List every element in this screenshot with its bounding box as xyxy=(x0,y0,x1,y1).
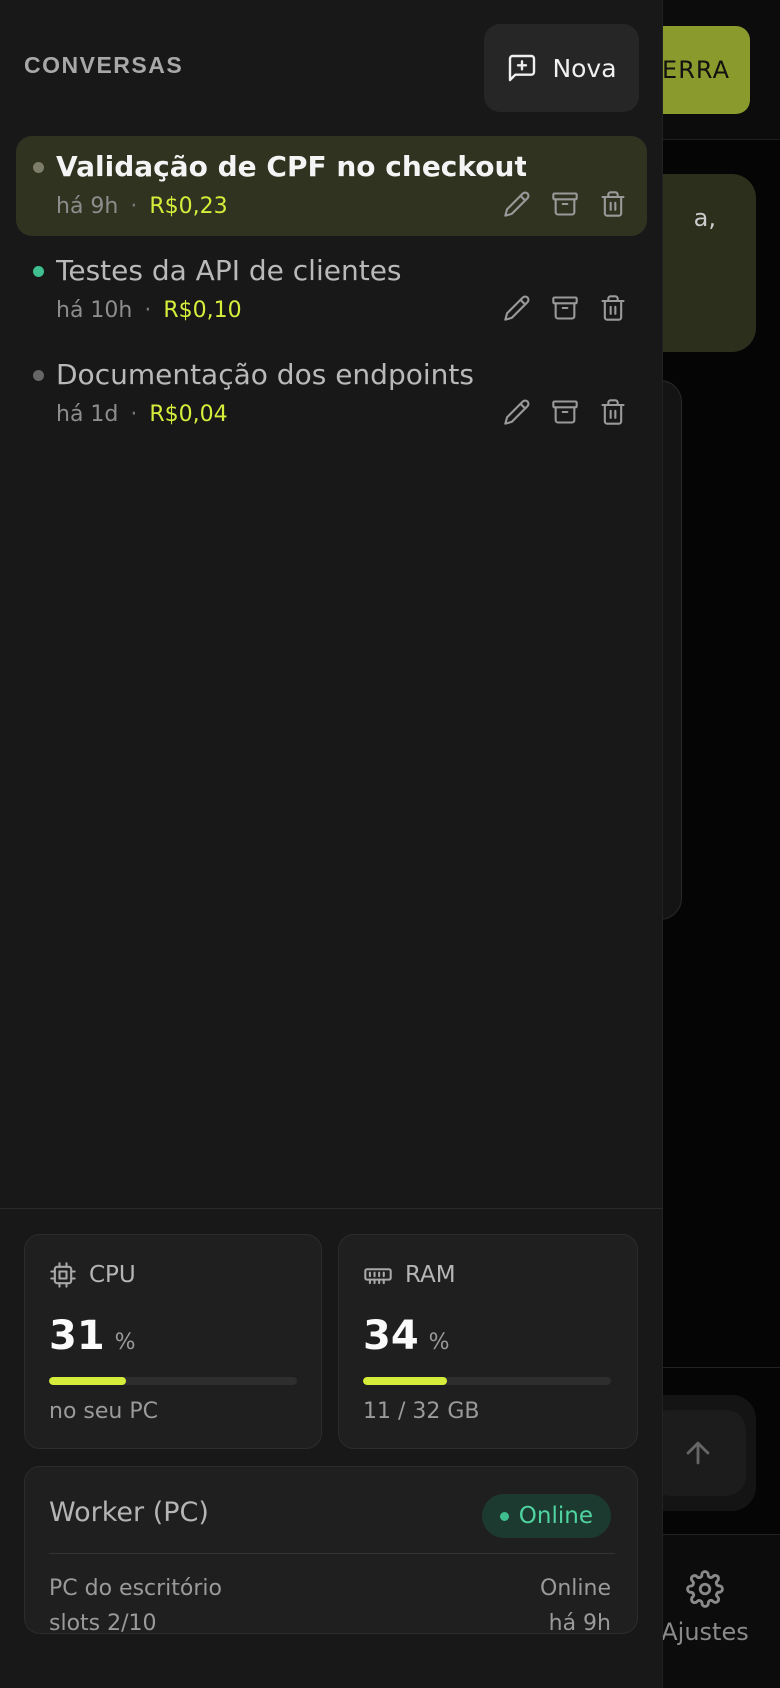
ram-card: RAM 34 % 11 / 32 GB xyxy=(338,1234,638,1449)
status-dot xyxy=(33,370,44,381)
cpu-card: CPU 31 % no seu PC xyxy=(24,1234,322,1449)
edit-icon[interactable] xyxy=(503,190,531,218)
nav-item-settings-label: Ajustes xyxy=(661,1618,749,1646)
conversation-item[interactable]: Documentação dos endpoints há 1d · R$0,0… xyxy=(16,344,647,444)
conversation-meta: há 9h · R$0,23 xyxy=(56,194,228,219)
new-conversation-label: Nova xyxy=(552,53,617,83)
cpu-icon xyxy=(50,1262,76,1288)
worker-slots: slots 2/10 xyxy=(49,1611,157,1636)
archive-icon[interactable] xyxy=(551,398,579,426)
worker-title: Worker (PC) xyxy=(49,1497,209,1528)
conversation-cost: R$0,23 xyxy=(149,194,228,219)
conversation-cost: R$0,04 xyxy=(149,402,228,427)
conversation-title: Validação de CPF no checkout xyxy=(56,150,526,183)
meta-separator: · xyxy=(130,402,138,427)
conversation-list: Validação de CPF no checkout há 9h · R$0… xyxy=(16,136,647,448)
conversation-item[interactable]: Testes da API de clientes há 10h · R$0,1… xyxy=(16,240,647,340)
cpu-subtitle: no seu PC xyxy=(49,1399,158,1424)
gear-icon xyxy=(686,1570,724,1608)
ram-unit: % xyxy=(428,1330,450,1355)
status-dot xyxy=(33,266,44,277)
worker-card: Worker (PC) Online PC do escritório slot… xyxy=(24,1466,638,1636)
worker-machine: PC do escritório xyxy=(49,1576,222,1601)
conversation-actions xyxy=(503,294,627,322)
trash-icon[interactable] xyxy=(599,190,627,218)
worker-state: Online há 9h xyxy=(540,1571,611,1641)
trash-icon[interactable] xyxy=(599,294,627,322)
archive-icon[interactable] xyxy=(551,190,579,218)
meta-separator: · xyxy=(130,194,138,219)
edit-icon[interactable] xyxy=(503,398,531,426)
conversation-cost: R$0,10 xyxy=(163,298,242,323)
cpu-value: 31 % xyxy=(49,1313,136,1359)
ram-percent: 34 xyxy=(363,1313,419,1359)
ram-value: 34 % xyxy=(363,1313,450,1359)
drawer-header: CONVERSAS Nova xyxy=(0,0,663,130)
memory-icon xyxy=(364,1268,392,1285)
stats-divider xyxy=(0,1208,663,1209)
ram-header: RAM xyxy=(363,1261,456,1289)
status-badge: Online xyxy=(481,1494,611,1538)
status-badge-label: Online xyxy=(518,1503,593,1529)
cpu-unit: % xyxy=(114,1330,136,1355)
drawer-title: CONVERSAS xyxy=(24,52,184,78)
conversation-meta: há 10h · R$0,10 xyxy=(56,298,242,323)
cpu-header: CPU xyxy=(49,1261,136,1289)
ram-progress-fill xyxy=(363,1377,448,1385)
worker-state-label: Online xyxy=(540,1576,611,1601)
archive-icon[interactable] xyxy=(551,294,579,322)
arrow-up-icon xyxy=(686,1441,710,1465)
new-conversation-button[interactable]: Nova xyxy=(484,24,639,112)
conversations-drawer: CONVERSAS Nova Validação de CPF no check… xyxy=(0,0,663,1688)
send-button[interactable] xyxy=(650,1410,746,1496)
worker-divider xyxy=(49,1553,615,1554)
conversation-title: Documentação dos endpoints xyxy=(56,358,474,391)
worker-last-seen: há 9h xyxy=(548,1611,611,1636)
cpu-label: CPU xyxy=(89,1262,136,1288)
conversation-time: há 9h xyxy=(56,194,119,219)
worker-details: PC do escritório slots 2/10 xyxy=(49,1571,222,1641)
conversation-actions xyxy=(503,398,627,426)
conversation-time: há 1d xyxy=(56,402,119,427)
ram-progress-bar xyxy=(363,1377,611,1385)
conversation-title: Testes da API de clientes xyxy=(56,254,402,287)
status-dot xyxy=(33,162,44,173)
conversation-item[interactable]: Validação de CPF no checkout há 9h · R$0… xyxy=(16,136,647,236)
conversation-actions xyxy=(503,190,627,218)
cpu-progress-fill xyxy=(49,1377,126,1385)
edit-icon[interactable] xyxy=(503,294,531,322)
meta-separator: · xyxy=(144,298,152,323)
new-chat-icon xyxy=(509,54,536,82)
trash-icon[interactable] xyxy=(599,398,627,426)
conversation-time: há 10h xyxy=(56,298,133,323)
cpu-progress-bar xyxy=(49,1377,297,1385)
conversation-meta: há 1d · R$0,04 xyxy=(56,402,228,427)
cpu-percent: 31 xyxy=(49,1313,105,1359)
ram-label: RAM xyxy=(405,1262,456,1288)
ram-subtitle: 11 / 32 GB xyxy=(363,1399,480,1424)
online-dot xyxy=(499,1511,509,1521)
